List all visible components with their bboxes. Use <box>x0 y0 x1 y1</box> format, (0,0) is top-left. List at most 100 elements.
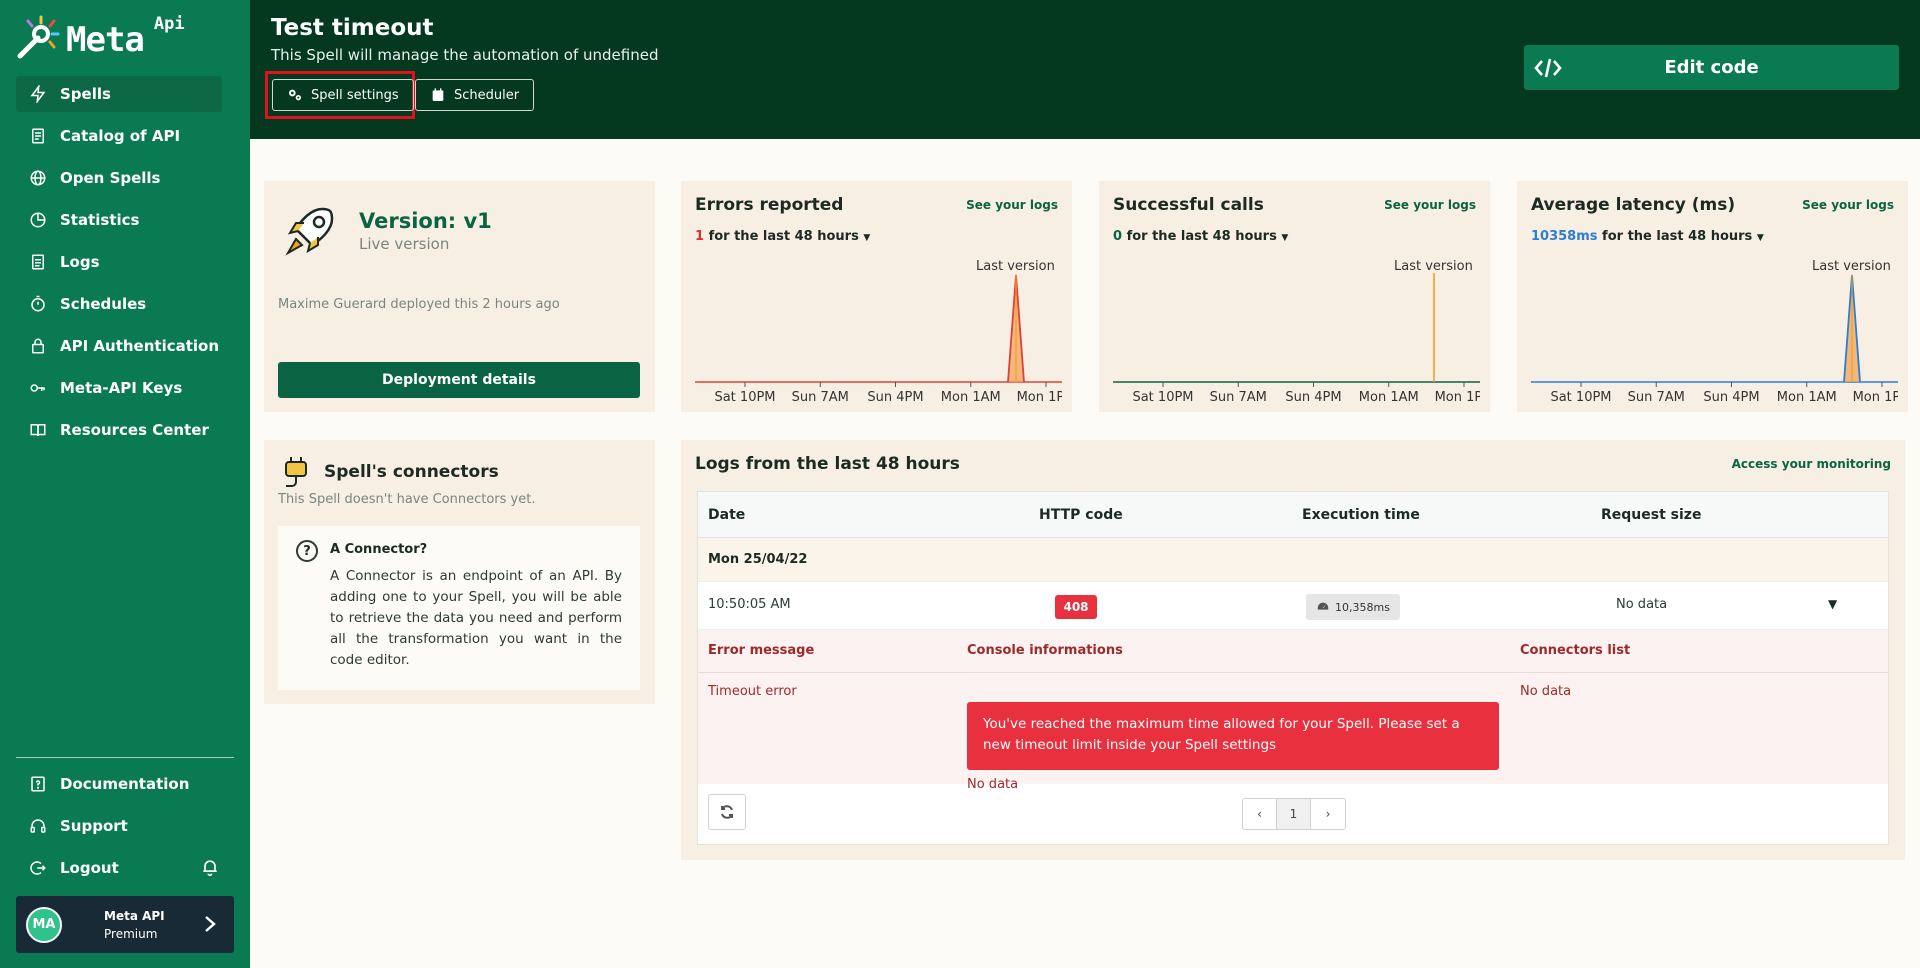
last-version-label: Last version <box>1394 259 1473 274</box>
sidebar-item-documentation[interactable]: Documentation <box>16 766 236 802</box>
x-tick-label: Sun 4PM <box>867 390 923 405</box>
connector-info-title: A Connector? <box>330 542 428 557</box>
see-logs-link[interactable]: See your logs <box>966 198 1058 212</box>
page-title: Test timeout <box>271 15 434 41</box>
question-icon: ? <box>296 540 318 562</box>
error-message-value: Timeout error <box>708 684 797 699</box>
x-tick-label: Mon 1PM <box>1853 390 1898 405</box>
date-group-label: Mon 25/04/22 <box>708 552 808 567</box>
row-time: 10:50:05 AM <box>708 597 791 612</box>
sidebar-item-api-authentication[interactable]: API Authentication <box>16 328 222 364</box>
logs-title: Logs from the last 48 hours <box>695 454 960 474</box>
sidebar-item-support[interactable]: Support <box>16 808 236 844</box>
range-dropdown[interactable]: 10358ms for the last 48 hours ▼ <box>1531 229 1764 244</box>
column-header-date: Date <box>708 507 746 523</box>
next-page-button[interactable]: › <box>1311 799 1345 829</box>
bolt-icon <box>28 84 48 104</box>
x-tick-label: Mon 1PM <box>1435 390 1480 405</box>
page-subtitle: This Spell will manage the automation of… <box>271 46 659 64</box>
logo-text: Meta <box>66 20 145 60</box>
headset-icon <box>28 816 48 836</box>
sidebar-item-statistics[interactable]: Statistics <box>16 202 222 238</box>
sidebar-item-spells[interactable]: Spells <box>16 76 222 112</box>
sidebar-item-meta-api-keys[interactable]: Meta-API Keys <box>16 370 222 406</box>
page-1-button[interactable]: 1 <box>1277 799 1311 829</box>
metric-value: 10358ms <box>1531 229 1598 244</box>
timeout-alert: You've reached the maximum time allowed … <box>967 702 1499 770</box>
table-row[interactable]: 10:50:05 AM 408 10,358ms No data ▼ <box>698 582 1888 630</box>
connector-info-text: A Connector is an endpoint of an API. By… <box>330 568 622 668</box>
sidebar-item-label: Statistics <box>60 211 140 229</box>
rocket-icon <box>285 207 334 256</box>
version-title: Version: v1 <box>359 209 492 233</box>
sidebar-item-label: Catalog of API <box>60 127 181 145</box>
access-monitoring-link[interactable]: Access your monitoring <box>1732 457 1891 471</box>
row-detail-panel: Error message Console informations Conne… <box>698 630 1888 792</box>
notification-bell-icon[interactable] <box>200 857 222 879</box>
edit-code-button[interactable]: Edit code <box>1524 45 1899 90</box>
range-dropdown[interactable]: 0 for the last 48 hours ▼ <box>1113 229 1288 244</box>
document-icon <box>28 252 48 272</box>
sidebar-item-label: Support <box>60 817 128 835</box>
prev-page-button[interactable]: ‹ <box>1243 799 1277 829</box>
error-message-header: Error message <box>708 643 815 658</box>
user-account-card[interactable]: MA Meta API Premium <box>16 896 234 953</box>
x-tick-label: Sun 7AM <box>792 390 849 405</box>
expand-row-icon[interactable]: ▼ <box>1828 597 1844 613</box>
sidebar-item-catalog[interactable]: Catalog of API <box>16 118 222 154</box>
errors-chart: Sat 10PM Sun 7AM Sun 4PM Mon 1AM Mon 1PM Last… <box>695 259 1062 405</box>
globe-icon <box>28 168 48 188</box>
catalog-icon <box>28 126 48 146</box>
latency-chart: Sat 10PM Sun 7AM Sun 4PM Mon 1AM Mon 1PM Last… <box>1531 259 1898 405</box>
x-tick-label: Mon 1PM <box>1017 390 1062 405</box>
user-info: Meta API Premium <box>104 907 165 943</box>
chevron-right-icon <box>202 914 218 934</box>
refresh-icon <box>721 805 733 819</box>
sidebar-item-label: API Authentication <box>60 337 220 355</box>
connectors-title: Spell's connectors <box>324 462 499 482</box>
deployment-details-button[interactable]: Deployment details <box>278 362 640 398</box>
metric-value: 1 <box>695 229 705 244</box>
metric-title: Errors reported <box>695 195 844 215</box>
average-latency-card: Average latency (ms) See your logs 10358… <box>1517 181 1908 412</box>
x-tick-label: Sun 7AM <box>1210 390 1267 405</box>
spell-settings-button[interactable]: Spell settings <box>272 79 414 111</box>
sidebar-item-logs[interactable]: Logs <box>16 244 222 280</box>
see-logs-link[interactable]: See your logs <box>1384 198 1476 212</box>
range-label: for the last 48 hours <box>1122 229 1277 244</box>
sidebar-nav: Spells Catalog of API Open Spells Statis… <box>16 76 222 454</box>
spell-settings-label: Spell settings <box>311 87 399 103</box>
x-tick-label: Mon 1AM <box>1359 390 1419 405</box>
sidebar-item-label: Schedules <box>60 295 147 313</box>
errors-reported-card: Errors reported See your logs 1 for the … <box>681 181 1072 412</box>
sidebar-item-schedules[interactable]: Schedules <box>16 286 222 322</box>
execution-time-badge: 10,358ms <box>1306 594 1400 620</box>
avatar: MA <box>26 906 62 943</box>
x-tick-label: Sat 10PM <box>714 390 775 405</box>
refresh-button[interactable] <box>708 794 746 830</box>
logo-superscript: Api <box>153 14 185 34</box>
range-dropdown[interactable]: 1 for the last 48 hours ▼ <box>695 229 870 244</box>
connectors-list-header: Connectors list <box>1520 643 1631 658</box>
code-icon <box>1534 57 1562 79</box>
scheduler-button[interactable]: Scheduler <box>415 79 535 111</box>
connectors-list-value: No data <box>1520 684 1572 699</box>
successful-calls-card: Successful calls See your logs 0 for the… <box>1099 181 1490 412</box>
status-badge: 408 <box>1055 595 1097 619</box>
sidebar-item-resources-center[interactable]: Resources Center <box>16 412 222 448</box>
help-doc-icon <box>28 774 48 794</box>
speedometer-icon <box>1317 602 1329 610</box>
spell-header: Test timeout This Spell will manage the … <box>250 0 1920 139</box>
wand-logo-icon <box>17 15 60 59</box>
request-size-value: No data <box>1616 597 1668 612</box>
user-name: Meta API <box>104 908 165 923</box>
connectors-card: Spell's connectors This Spell doesn't ha… <box>264 440 655 704</box>
see-logs-link[interactable]: See your logs <box>1802 198 1894 212</box>
sidebar-item-label: Logout <box>60 859 119 877</box>
key-icon <box>28 378 48 398</box>
sidebar-item-label: Resources Center <box>60 421 209 439</box>
sidebar-item-open-spells[interactable]: Open Spells <box>16 160 222 196</box>
successful-calls-chart: Sat 10PM Sun 7AM Sun 4PM Mon 1AM Mon 1PM Last… <box>1113 259 1480 405</box>
pagination: ‹ 1 › <box>1242 798 1346 830</box>
meta-api-logo[interactable]: Meta Api <box>16 14 185 60</box>
